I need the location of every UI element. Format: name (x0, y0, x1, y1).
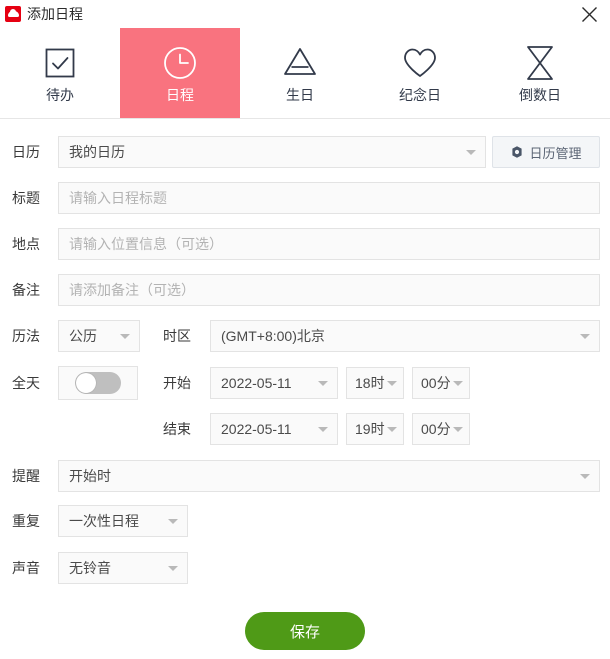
sound-value: 无铃音 (69, 560, 111, 576)
start-minute-select[interactable]: 00分 (412, 367, 470, 399)
repeat-label: 重复 (12, 513, 40, 529)
chevron-down-icon (387, 381, 397, 386)
hourglass-icon (524, 42, 556, 84)
calendar-manage-button[interactable]: 日历管理 (492, 136, 600, 168)
note-label: 备注 (12, 282, 40, 298)
tab-birthday-label: 生日 (286, 87, 314, 103)
calendar-system-label: 历法 (12, 328, 40, 344)
location-placeholder: 请输入位置信息（可选） (69, 236, 223, 252)
tab-todo[interactable]: 待办 (0, 28, 120, 118)
chevron-down-icon (318, 427, 328, 432)
calendar-manage-label: 日历管理 (529, 145, 582, 161)
sound-select[interactable]: 无铃音 (58, 552, 188, 584)
tab-schedule[interactable]: 日程 (120, 28, 240, 118)
cloud-app-icon (5, 6, 21, 22)
timezone-value: (GMT+8:00)北京 (221, 328, 325, 344)
chevron-down-icon (387, 427, 397, 432)
title-bar: 添加日程 (0, 0, 610, 28)
note-placeholder: 请添加备注（可选） (69, 282, 195, 298)
all-day-toggle-knob (76, 373, 96, 393)
all-day-label: 全天 (12, 375, 40, 391)
reminder-value: 开始时 (69, 468, 111, 484)
heart-icon (401, 42, 439, 84)
start-date-select[interactable]: 2022-05-11 (210, 367, 338, 399)
calendar-system-value: 公历 (69, 328, 97, 344)
chevron-down-icon (318, 381, 328, 386)
end-minute-value: 00分 (421, 421, 451, 437)
calendar-system-select[interactable]: 公历 (58, 320, 140, 352)
timezone-select[interactable]: (GMT+8:00)北京 (210, 320, 600, 352)
tab-todo-label: 待办 (46, 87, 74, 103)
sound-label: 声音 (12, 560, 40, 576)
save-button-label: 保存 (289, 623, 320, 641)
start-date-value: 2022-05-11 (221, 375, 292, 391)
chevron-down-icon (453, 427, 463, 432)
tab-anniversary[interactable]: 纪念日 (360, 28, 480, 118)
tab-countdown-label: 倒数日 (519, 87, 561, 103)
gear-icon (510, 145, 524, 159)
title-label: 标题 (12, 190, 40, 206)
type-tab-bar: 待办 日程 生日 纪念日 倒数日 (0, 28, 610, 118)
end-hour-value: 19时 (355, 421, 385, 437)
chevron-down-icon (466, 150, 476, 155)
save-button[interactable]: 保存 (245, 612, 365, 650)
cake-icon (281, 42, 319, 84)
chevron-down-icon (168, 519, 178, 524)
tab-schedule-label: 日程 (166, 87, 194, 103)
chevron-down-icon (580, 474, 590, 479)
chevron-down-icon (453, 381, 463, 386)
calendar-label: 日历 (12, 144, 40, 160)
calendar-value: 我的日历 (69, 144, 125, 160)
repeat-value: 一次性日程 (69, 513, 139, 529)
end-date-select[interactable]: 2022-05-11 (210, 413, 338, 445)
location-label: 地点 (12, 236, 40, 252)
tab-bar-divider (0, 118, 610, 119)
calendar-select[interactable]: 我的日历 (58, 136, 486, 168)
close-icon[interactable] (572, 1, 606, 27)
start-label: 开始 (163, 375, 191, 391)
tab-birthday[interactable]: 生日 (240, 28, 360, 118)
timezone-label: 时区 (163, 328, 191, 344)
end-hour-select[interactable]: 19时 (346, 413, 404, 445)
end-minute-select[interactable]: 00分 (412, 413, 470, 445)
chevron-down-icon (580, 334, 590, 339)
add-schedule-dialog: 添加日程 待办 日程 生日 纪念日 倒数日 日历 我的日历 日历管理 标题 请输… (0, 0, 610, 659)
clock-icon (161, 42, 199, 84)
all-day-toggle-track (75, 372, 121, 394)
all-day-toggle[interactable] (58, 366, 138, 400)
reminder-label: 提醒 (12, 468, 40, 484)
title-placeholder: 请输入日程标题 (69, 190, 167, 206)
end-date-value: 2022-05-11 (221, 421, 292, 437)
start-minute-value: 00分 (421, 375, 451, 391)
note-input[interactable]: 请添加备注（可选） (58, 274, 600, 306)
title-input[interactable]: 请输入日程标题 (58, 182, 600, 214)
start-hour-value: 18时 (355, 375, 385, 391)
tab-anniversary-label: 纪念日 (399, 87, 441, 103)
repeat-select[interactable]: 一次性日程 (58, 505, 188, 537)
start-hour-select[interactable]: 18时 (346, 367, 404, 399)
chevron-down-icon (168, 566, 178, 571)
end-label: 结束 (163, 421, 191, 437)
tab-countdown[interactable]: 倒数日 (480, 28, 600, 118)
location-input[interactable]: 请输入位置信息（可选） (58, 228, 600, 260)
chevron-down-icon (120, 334, 130, 339)
checkbox-icon (43, 42, 77, 84)
reminder-select[interactable]: 开始时 (58, 460, 600, 492)
window-title: 添加日程 (27, 6, 83, 22)
